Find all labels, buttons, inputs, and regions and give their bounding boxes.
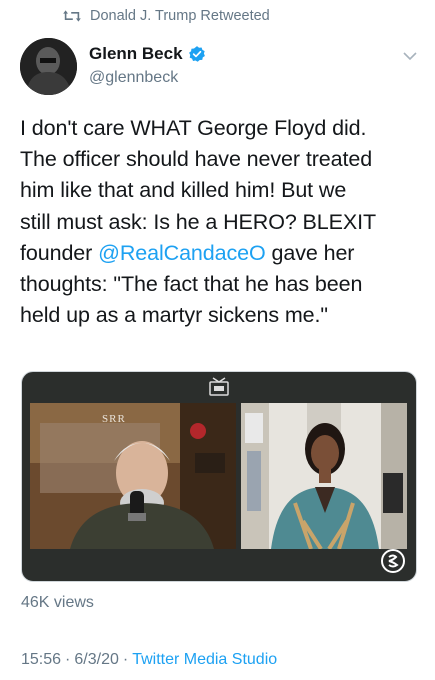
billboard-icon bbox=[209, 377, 229, 396]
tweet-text-fragment: gave her bbox=[265, 240, 355, 265]
view-count: 46K views bbox=[21, 594, 94, 611]
tweet-line: founder @RealCandaceO gave her bbox=[20, 238, 415, 269]
tweet-line: thoughts: "The fact that he has been bbox=[20, 272, 363, 297]
video-pane-guest bbox=[241, 403, 407, 549]
tweet-meta: 15:56 · 6/3/20 · Twitter Media Studio bbox=[21, 651, 277, 669]
tweet-line: held up as a martyr sickens me." bbox=[20, 303, 328, 328]
tweet-source-link[interactable]: Twitter Media Studio bbox=[132, 651, 277, 669]
author-name-row[interactable]: Glenn Beck bbox=[89, 44, 206, 64]
tweet-date[interactable]: 6/3/20 bbox=[74, 651, 118, 669]
tweet-text-fragment: founder bbox=[20, 240, 99, 265]
tweet-line: him like that and killed him! But we bbox=[20, 178, 347, 203]
tweet-time[interactable]: 15:56 bbox=[21, 651, 61, 669]
display-name[interactable]: Glenn Beck bbox=[89, 44, 183, 64]
video-pane-host: SRR bbox=[30, 403, 236, 549]
retweet-context[interactable]: Donald J. Trump Retweeted bbox=[62, 6, 270, 26]
tweet-text: I don't care WHAT George Floyd did. The … bbox=[20, 113, 415, 331]
chevron-down-icon[interactable] bbox=[402, 50, 418, 62]
tweet-line: still must ask: Is he a HERO? BLEXIT bbox=[20, 209, 377, 234]
tweet-header: Glenn Beck @glennbeck bbox=[20, 38, 420, 100]
studio-logo-text: SRR bbox=[102, 413, 126, 425]
mention-link[interactable]: @RealCandaceO bbox=[98, 241, 266, 265]
meta-separator: · bbox=[122, 651, 129, 668]
meta-separator: · bbox=[65, 651, 71, 668]
retweet-icon bbox=[63, 10, 81, 22]
video-player[interactable]: SRR bbox=[21, 371, 417, 582]
author-handle[interactable]: @glennbeck bbox=[89, 69, 178, 87]
retweet-label: Donald J. Trump Retweeted bbox=[90, 8, 270, 24]
avatar[interactable] bbox=[20, 38, 77, 95]
tweet-line: The officer should have never treated bbox=[20, 147, 373, 172]
channel-logo-icon bbox=[381, 549, 405, 573]
verified-badge-icon bbox=[188, 46, 205, 62]
tweet-line: I don't care WHAT George Floyd did. bbox=[20, 116, 367, 140]
